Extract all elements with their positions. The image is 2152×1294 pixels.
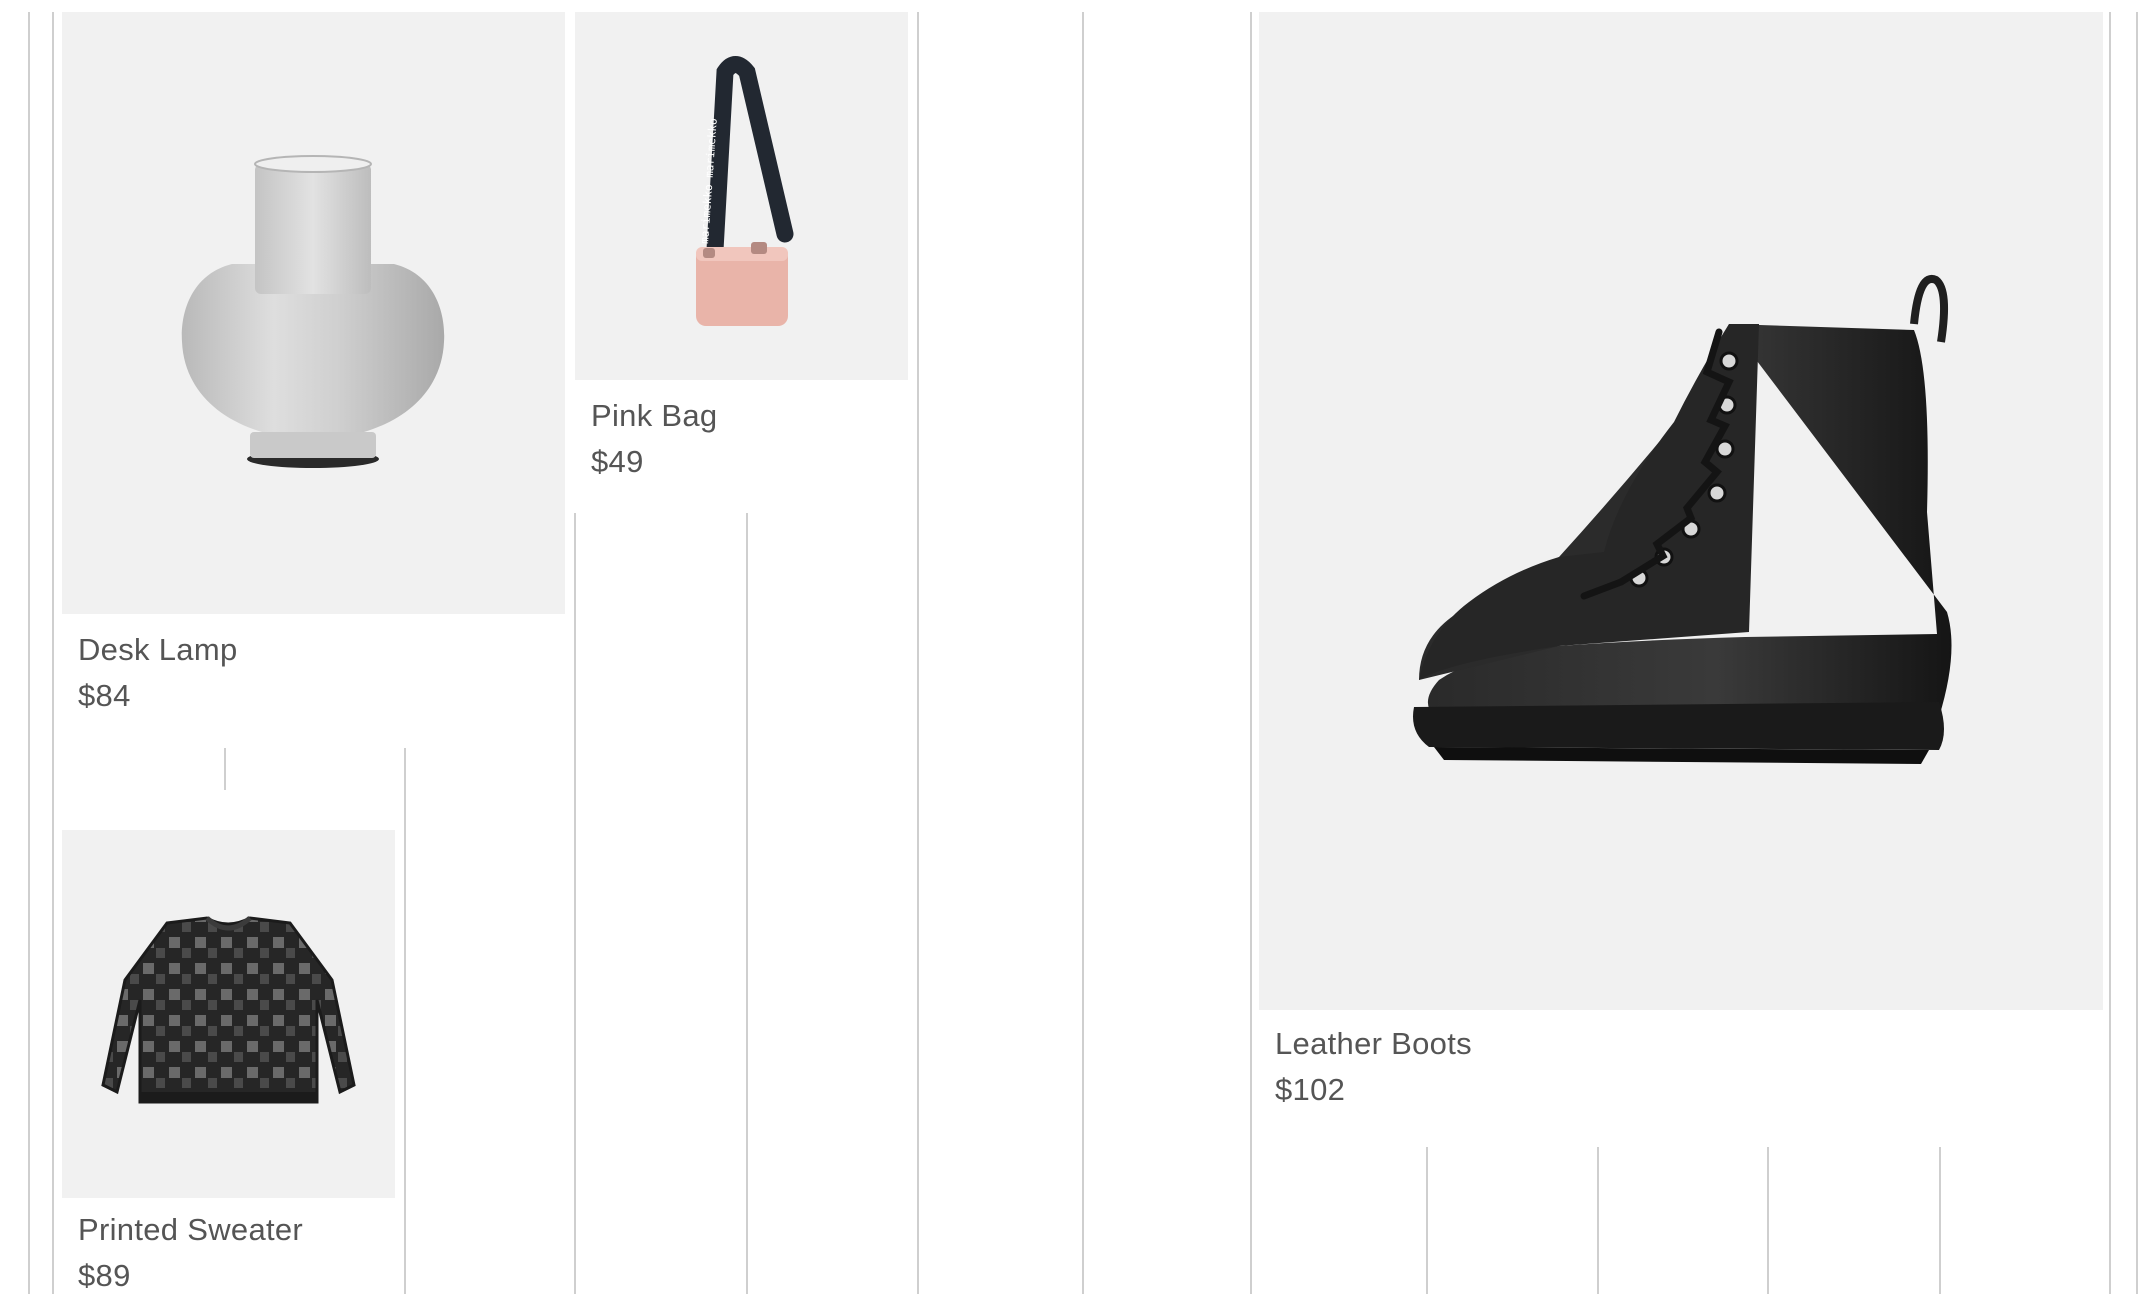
vase-shaped-glass-lamp-icon xyxy=(181,155,445,468)
product-image[interactable] xyxy=(62,830,395,1198)
product-price: $84 xyxy=(78,678,131,713)
product-card-pink-bag[interactable]: marimekko marimekko Pink Bag $49 xyxy=(575,12,908,492)
product-name[interactable]: Printed Sweater xyxy=(78,1210,303,1250)
grid-divider xyxy=(1597,1147,1599,1294)
product-name[interactable]: Desk Lamp xyxy=(78,630,238,670)
black-leather-boot-icon xyxy=(1413,275,1952,764)
grid-divider xyxy=(2109,12,2111,1294)
grid-divider xyxy=(1250,12,1252,1294)
grid-divider xyxy=(28,12,30,1294)
product-price: $102 xyxy=(1275,1072,1346,1107)
product-price: $49 xyxy=(591,444,644,479)
grid-divider xyxy=(404,748,406,1294)
grid-divider xyxy=(1426,1147,1428,1294)
product-card-leather-boots[interactable]: Leather Boots $102 xyxy=(1259,12,2103,1122)
product-masonry-grid: Desk Lamp $84 marimekko marimekko Pink B… xyxy=(0,0,2152,1294)
checkered-sweater-icon xyxy=(101,916,356,1104)
product-card-desk-lamp[interactable]: Desk Lamp $84 xyxy=(62,12,565,722)
grid-divider xyxy=(1082,12,1084,1294)
product-name[interactable]: Pink Bag xyxy=(591,396,717,436)
grid-divider xyxy=(52,12,54,1294)
product-image[interactable] xyxy=(1259,12,2103,1010)
product-image[interactable]: marimekko marimekko xyxy=(575,12,908,380)
grid-divider xyxy=(1767,1147,1769,1294)
product-price: $89 xyxy=(78,1258,131,1293)
product-card-printed-sweater[interactable]: Printed Sweater $89 xyxy=(62,830,395,1294)
grid-divider xyxy=(574,513,576,1294)
grid-divider xyxy=(917,12,919,1294)
grid-divider xyxy=(224,748,226,790)
grid-divider xyxy=(1939,1147,1941,1294)
grid-divider xyxy=(2136,12,2138,1294)
product-image[interactable] xyxy=(62,12,565,614)
pink-crossbody-bag-icon: marimekko marimekko xyxy=(696,56,794,326)
grid-divider xyxy=(746,513,748,1294)
product-name[interactable]: Leather Boots xyxy=(1275,1024,1472,1064)
